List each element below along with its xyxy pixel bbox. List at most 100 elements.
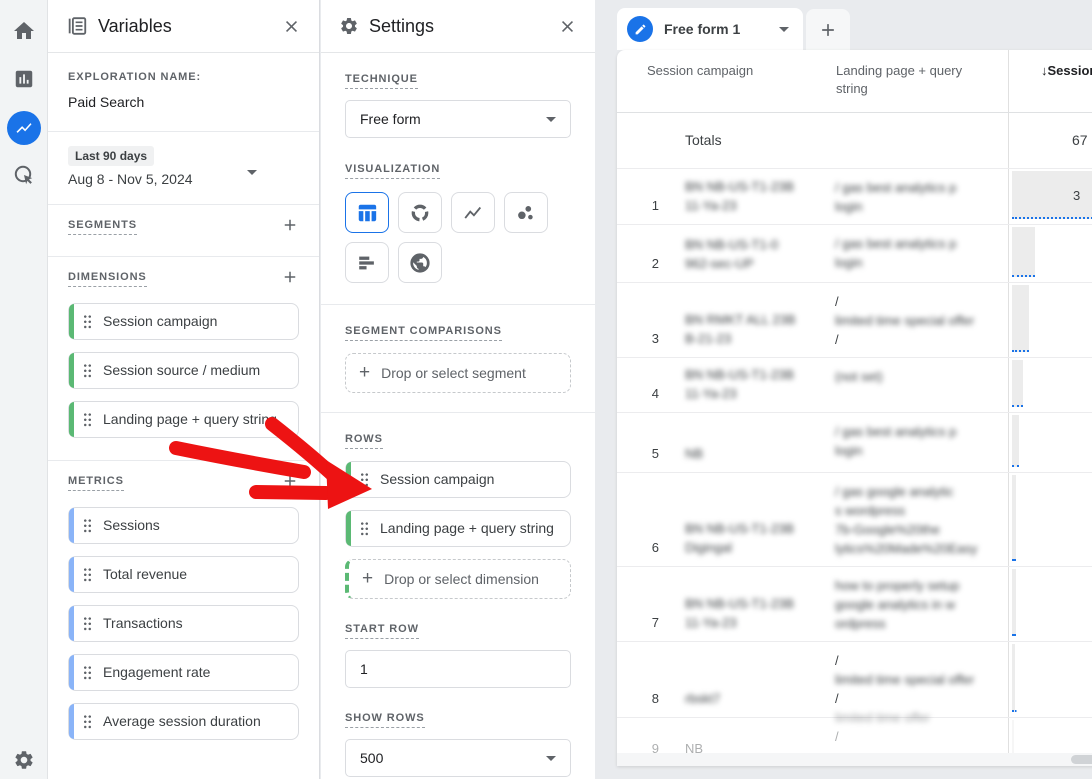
geo-map-icon[interactable] xyxy=(398,242,442,283)
start-row-label: START ROW xyxy=(345,623,419,639)
drop-segment-zone[interactable]: + Drop or select segment xyxy=(345,353,571,393)
table-row[interactable]: 5NB/ gas best analytics plogin xyxy=(617,413,1092,473)
line-chart-icon[interactable] xyxy=(451,192,495,233)
tab-free-form-1[interactable]: Free form 1 xyxy=(617,8,803,50)
column-header-landing-page[interactable]: Landing page + query string xyxy=(836,62,986,98)
session-campaign-cell: NB xyxy=(685,444,833,463)
metric-chip[interactable]: Transactions xyxy=(68,605,299,642)
table-row[interactable]: 6BN NB-US-T1-23BDigingal/ gas google ana… xyxy=(617,473,1092,567)
dimension-chip[interactable]: Session source / medium xyxy=(68,352,299,389)
row-dimension-chip[interactable]: Landing page + query string xyxy=(345,510,571,547)
variables-title: Variables xyxy=(98,16,279,37)
chip-color-bar xyxy=(69,304,74,339)
rows-label: ROWS xyxy=(345,433,383,449)
add-tab-button[interactable] xyxy=(806,9,850,50)
column-header-session-campaign[interactable]: Session campaign xyxy=(647,62,753,80)
drop-dimension-zone[interactable]: + Drop or select dimension xyxy=(345,559,571,599)
drop-dimension-text: Drop or select dimension xyxy=(384,571,539,587)
chip-color-bar xyxy=(69,606,74,641)
sessions-heat-bar xyxy=(1012,415,1019,467)
table-row[interactable]: 2BN NB-US-T1-0962-sec-UP/ gas best analy… xyxy=(617,225,1092,283)
segments-label: SEGMENTS xyxy=(68,219,137,235)
add-dimension-button[interactable] xyxy=(281,268,299,290)
dimension-chip[interactable]: Landing page + query string xyxy=(68,401,299,438)
table-row[interactable]: 3BN RMKT ALL 23BB-21-23/limited time spe… xyxy=(617,283,1092,358)
variables-close-icon[interactable] xyxy=(279,14,303,38)
exploration-name-value[interactable]: Paid Search xyxy=(68,94,299,110)
drag-handle-icon[interactable] xyxy=(83,616,92,631)
technique-label: TECHNIQUE xyxy=(345,73,418,89)
reports-icon[interactable] xyxy=(0,59,48,99)
donut-chart-icon[interactable] xyxy=(398,192,442,233)
settings-gear-icon xyxy=(339,16,359,36)
variables-icon xyxy=(66,15,88,37)
chip-color-bar xyxy=(69,353,74,388)
tab-caret-icon xyxy=(779,27,789,32)
scrollbar-thumb[interactable] xyxy=(1071,755,1092,764)
visualization-picker xyxy=(345,192,555,283)
drop-segment-plus-icon: + xyxy=(359,362,370,384)
row-dimension-chip[interactable]: Session campaign xyxy=(345,461,571,498)
chip-label: Engagement rate xyxy=(103,663,210,682)
table-row[interactable]: 8rbskt7/limited time special offer/limit… xyxy=(617,642,1092,718)
sessions-heat-bar xyxy=(1012,644,1015,712)
admin-gear-icon[interactable] xyxy=(0,740,48,779)
column-header-sessions[interactable]: ↓Sessions xyxy=(1041,62,1092,80)
metric-chip[interactable]: Engagement rate xyxy=(68,654,299,691)
chip-label: Average session duration xyxy=(103,712,261,731)
drag-handle-icon[interactable] xyxy=(83,714,92,729)
drag-handle-icon[interactable] xyxy=(83,412,92,427)
drag-handle-icon[interactable] xyxy=(83,567,92,582)
chip-color-bar xyxy=(69,508,74,543)
table-row[interactable]: 1BN NB-US-T1-23B11-Ya-23/ gas best analy… xyxy=(617,169,1092,225)
bar-chart-icon[interactable] xyxy=(345,242,389,283)
row-number: 6 xyxy=(617,540,659,555)
session-campaign-cell: BN NB-US-T1-23BDigingal xyxy=(685,519,833,557)
table-row[interactable]: 4BN NB-US-T1-23B11-Ya-23(not set) xyxy=(617,358,1092,413)
table-row[interactable]: 7BN NB-US-T1-23B11-Ya-23how to properly … xyxy=(617,567,1092,642)
row-number: 8 xyxy=(617,691,659,706)
technique-caret-icon xyxy=(546,117,556,122)
start-row-input[interactable]: 1 xyxy=(345,650,571,688)
show-rows-value: 500 xyxy=(360,750,383,766)
sessions-heat-bar xyxy=(1012,285,1029,352)
drag-handle-icon[interactable] xyxy=(83,518,92,533)
settings-panel: Settings TECHNIQUE Free form VISUALIZATI… xyxy=(321,0,595,779)
home-icon[interactable] xyxy=(0,11,48,51)
drag-handle-icon[interactable] xyxy=(360,521,369,536)
totals-row: Totals 67 xyxy=(617,113,1092,169)
variables-header: Variables xyxy=(48,0,319,53)
metric-chip[interactable]: Total revenue xyxy=(68,556,299,593)
settings-close-icon[interactable] xyxy=(555,14,579,38)
technique-select[interactable]: Free form xyxy=(345,100,571,138)
add-segment-button[interactable] xyxy=(281,216,299,238)
dimension-chip-list: Session campaign Session source / medium L… xyxy=(68,303,299,438)
sessions-heat-bar xyxy=(1012,360,1023,407)
show-rows-select[interactable]: 500 xyxy=(345,739,571,777)
show-rows-caret-icon xyxy=(546,756,556,761)
drag-handle-icon[interactable] xyxy=(83,314,92,329)
chip-label: Sessions xyxy=(103,516,160,535)
advertising-icon[interactable] xyxy=(0,155,48,195)
add-metric-button[interactable] xyxy=(281,472,299,494)
date-range-section[interactable]: Last 90 days Aug 8 - Nov 5, 2024 xyxy=(48,132,319,205)
chip-color-bar xyxy=(69,655,74,690)
scatter-chart-icon[interactable] xyxy=(504,192,548,233)
dimension-chip[interactable]: Session campaign xyxy=(68,303,299,340)
segment-comparisons-section: SEGMENT COMPARISONS + Drop or select seg… xyxy=(321,305,595,413)
landing-page-cell: / gas best analytics plogin xyxy=(835,422,1011,460)
left-nav-rail xyxy=(0,0,48,779)
chip-label: Session campaign xyxy=(380,470,494,489)
horizontal-scrollbar[interactable] xyxy=(617,753,1092,766)
settings-title: Settings xyxy=(369,16,555,37)
metric-chip[interactable]: Average session duration xyxy=(68,703,299,740)
rows-chip-list: Session campaign Landing page + query str… xyxy=(345,461,571,547)
rows-section: ROWS Session campaign Landing page + quer… xyxy=(321,413,595,779)
explore-icon[interactable] xyxy=(0,108,48,148)
drag-handle-icon[interactable] xyxy=(83,363,92,378)
drag-handle-icon[interactable] xyxy=(360,472,369,487)
session-campaign-cell: BN NB-US-T1-23B11-Ya-23 xyxy=(685,177,833,215)
drag-handle-icon[interactable] xyxy=(83,665,92,680)
metric-chip[interactable]: Sessions xyxy=(68,507,299,544)
table-chart-icon[interactable] xyxy=(345,192,389,233)
